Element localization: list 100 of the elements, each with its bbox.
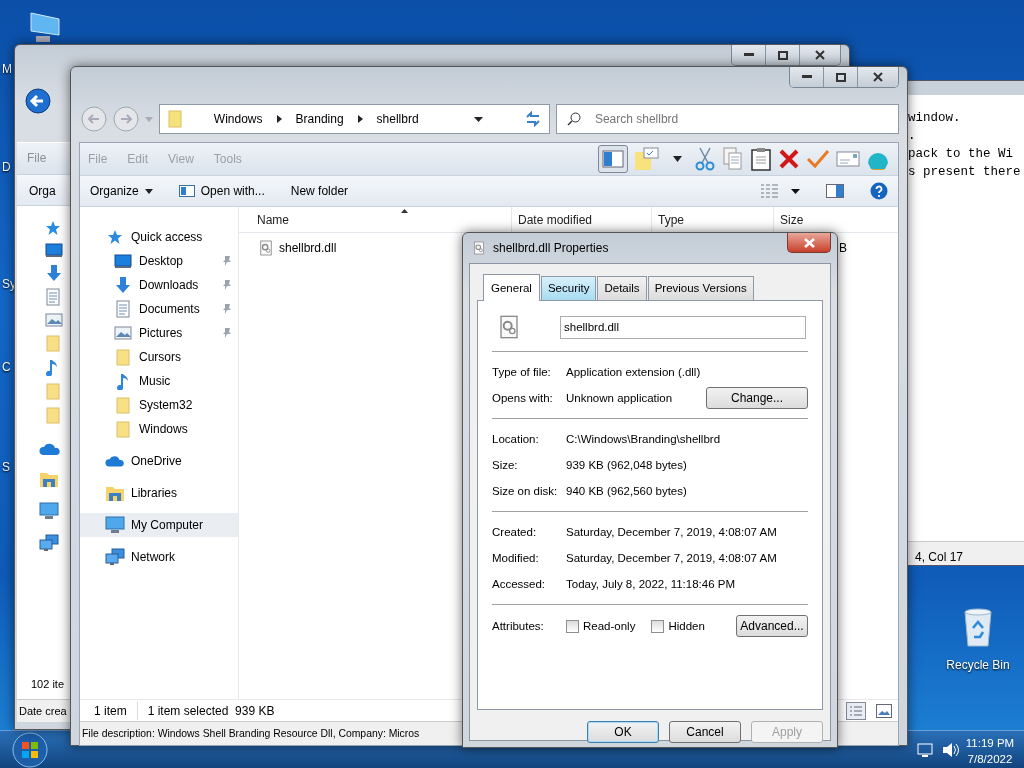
network-icon: [105, 548, 125, 566]
column-header[interactable]: Size: [780, 210, 804, 229]
close-button[interactable]: [787, 233, 831, 253]
tab[interactable]: Details: [597, 276, 647, 301]
nav-item[interactable]: Quick access: [80, 225, 238, 249]
nav-item[interactable]: Desktop: [80, 249, 238, 273]
field-value: 940 KB (962,560 bytes): [566, 483, 687, 499]
tab[interactable]: General: [483, 274, 540, 302]
file-name-field[interactable]: shellbrd.dll: [560, 315, 806, 339]
column-header[interactable]: Type: [658, 210, 684, 229]
dialog-button[interactable]: OK: [587, 721, 659, 744]
speaker-icon: [942, 741, 960, 758]
caret-icon: [791, 188, 800, 194]
checkmark-icon: [806, 149, 830, 169]
status-text: 1 item: [94, 701, 138, 720]
nav-item[interactable]: Documents: [80, 297, 238, 321]
close-button[interactable]: [858, 67, 898, 87]
preview-pane-icon: [826, 184, 844, 198]
clock-date[interactable]: 7/8/2022: [962, 751, 1018, 767]
monitor-icon: [45, 242, 63, 258]
close-button[interactable]: [800, 45, 840, 65]
breadcrumb-item[interactable]: Branding: [295, 110, 344, 128]
toolbar-button[interactable]: [750, 145, 772, 173]
maximize-button[interactable]: [766, 45, 800, 65]
toolbar-button[interactable]: Orga: [29, 184, 56, 198]
nav-item[interactable]: Network: [80, 545, 238, 569]
chevron-icon: [276, 115, 282, 123]
status-text: 1 item selected 939 KB: [147, 702, 275, 720]
network-icon: [39, 534, 59, 552]
nav-item[interactable]: Cursors: [80, 345, 238, 369]
nav-item[interactable]: Windows: [80, 417, 238, 441]
clock-time[interactable]: 11:19 PM: [962, 735, 1018, 751]
search-box[interactable]: Search shellbrd: [555, 104, 899, 134]
search-field[interactable]: Search shellbrd: [592, 106, 883, 132]
library-icon: [39, 470, 59, 488]
minimize-button[interactable]: [790, 67, 824, 87]
monitor-icon: [114, 253, 132, 269]
minimize-button[interactable]: [732, 45, 766, 65]
window-icon: [178, 185, 195, 197]
checkbox-label[interactable]: Hidden: [668, 617, 705, 635]
pin-icon: [222, 255, 232, 267]
field-label: Type of file:: [492, 364, 552, 380]
network-tray-icon: [917, 741, 933, 758]
envelope-icon: [836, 150, 860, 168]
change-button[interactable]: Change...: [706, 387, 808, 410]
picture-icon: [114, 325, 132, 341]
nav-item[interactable]: Pictures: [80, 321, 238, 345]
star-icon: [45, 220, 61, 236]
recycle-bin-label[interactable]: Recycle Bin: [946, 656, 1010, 674]
delete-icon: [778, 148, 800, 170]
breadcrumb-item[interactable]: shellbrd: [376, 110, 419, 128]
folder-icon: [45, 382, 61, 400]
dialog-button[interactable]: Cancel: [669, 721, 741, 744]
nav-item[interactable]: OneDrive: [80, 449, 238, 473]
field-value: Unknown application: [566, 390, 673, 406]
breadcrumb-item[interactable]: Windows: [213, 110, 263, 128]
tab[interactable]: Security: [540, 276, 597, 301]
advanced-button[interactable]: Advanced...: [736, 615, 808, 638]
nav-item[interactable]: My Computer: [80, 513, 238, 537]
column-header[interactable]: Name: [257, 210, 289, 229]
checkbox-label[interactable]: Read-only: [583, 617, 636, 635]
field-value: C:\Windows\Branding\shellbrd: [566, 431, 721, 447]
sort-arrow-icon: [401, 209, 408, 214]
status-text: 4, Col 17: [915, 550, 964, 564]
checkbox[interactable]: [651, 619, 665, 633]
close-icon: [803, 237, 815, 248]
window-title: shellbrd.dll Properties: [493, 240, 609, 257]
down-arrow-icon: [114, 276, 132, 294]
nav-item[interactable]: System32: [80, 393, 238, 417]
cloud-icon: [105, 454, 125, 468]
caret-icon: [144, 116, 153, 122]
address-bar[interactable]: Windows Branding shellbrd: [158, 104, 550, 134]
file-size: B: [839, 240, 847, 257]
tab[interactable]: Previous Versions: [647, 276, 754, 301]
file-name[interactable]: shellbrd.dll: [279, 239, 337, 257]
nav-item[interactable]: Downloads: [80, 273, 238, 297]
toolbar-button[interactable]: Organize: [90, 182, 153, 200]
maximize-button[interactable]: [824, 67, 858, 87]
copy-icon: [723, 147, 743, 171]
field-label: Opens with:: [492, 390, 554, 406]
preview-pane-icon: [602, 150, 624, 168]
pin-icon: [222, 327, 232, 339]
toolbar-button[interactable]: New folder: [290, 182, 349, 200]
desktop-icon-label: M: [2, 61, 12, 78]
text-line: .: [908, 129, 916, 143]
view-options-icon: [761, 184, 779, 198]
nav-item[interactable]: Music: [80, 369, 238, 393]
column-header[interactable]: Date modified: [518, 210, 593, 229]
folder-icon: [45, 334, 61, 352]
computer-icon: [28, 10, 62, 44]
nav-item[interactable]: Libraries: [80, 481, 238, 505]
chevron-icon: [357, 115, 363, 123]
toolbar-button[interactable]: Open with...: [178, 182, 265, 200]
document-icon: [45, 288, 61, 306]
down-arrow-icon: [45, 264, 63, 282]
checkbox[interactable]: [566, 619, 579, 633]
desktop-icon-label: D: [2, 159, 11, 176]
sticky-note-icon: [634, 147, 660, 171]
recycle-bin-icon: [961, 606, 995, 648]
field-label: Size:: [492, 457, 519, 473]
